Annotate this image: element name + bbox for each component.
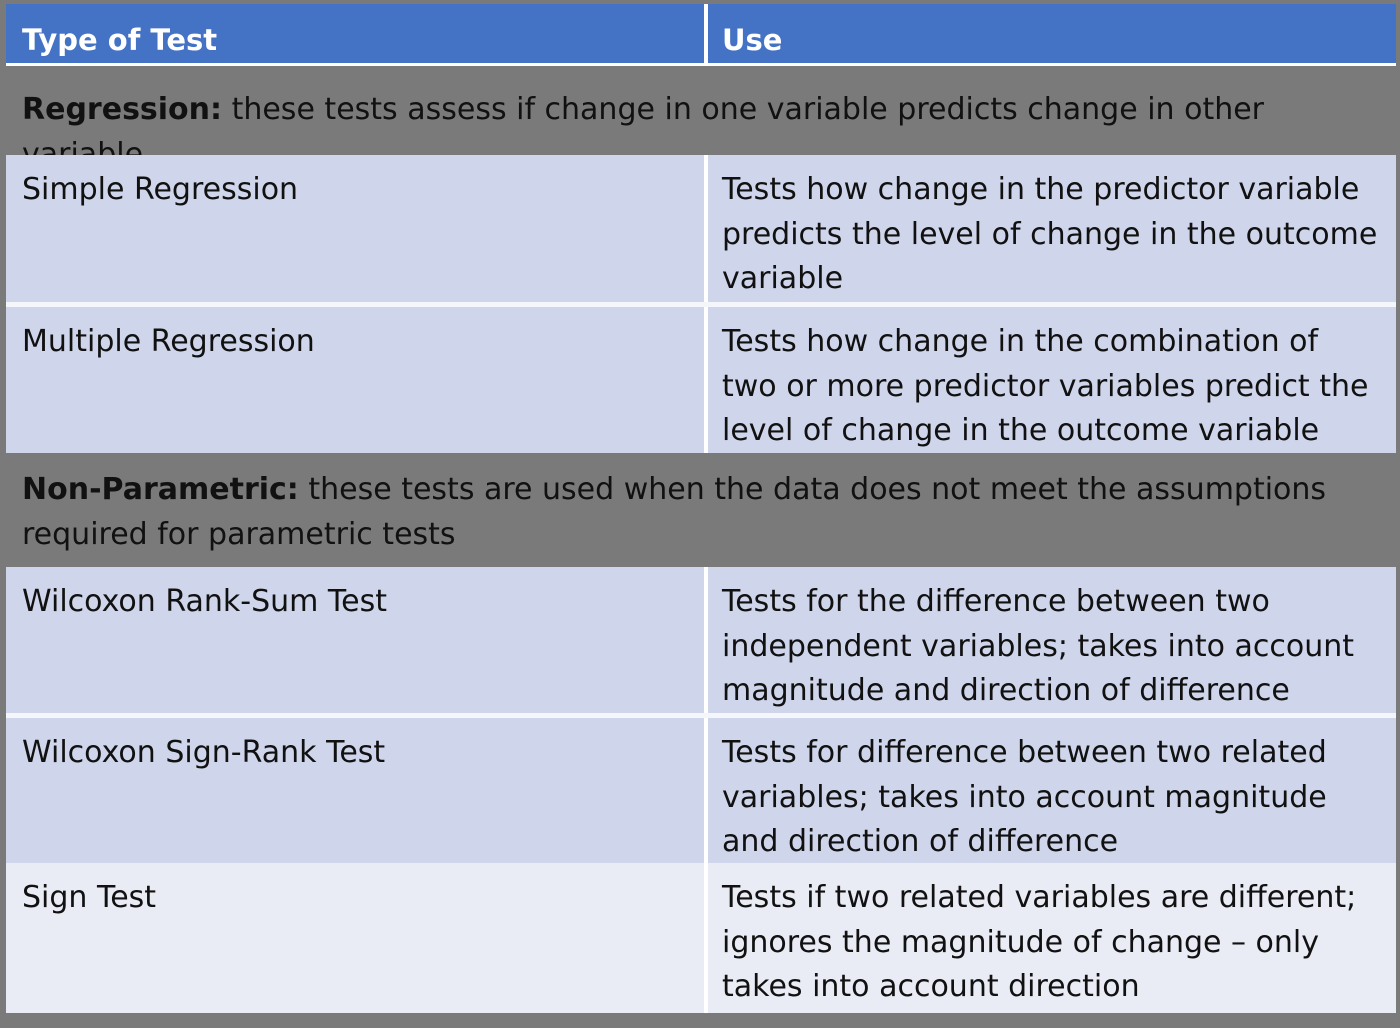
header-type-of-test: Type of Test [22, 23, 218, 57]
table-row: Wilcoxon Sign-Rank Test Tests for differ… [6, 718, 1396, 863]
table-row: Multiple Regression Tests how change in … [6, 307, 1396, 453]
section-title: Regression: [22, 92, 223, 127]
section-non-parametric: Non-Parametric: these tests are used whe… [6, 468, 1396, 564]
test-name: Simple Regression [22, 172, 299, 207]
table-row: Simple Regression Tests how change in th… [6, 155, 1396, 302]
test-name: Wilcoxon Rank-Sum Test [22, 584, 388, 619]
test-name: Wilcoxon Sign-Rank Test [22, 735, 386, 770]
test-use: Tests how change in the combination of t… [722, 324, 1369, 448]
section-regression: Regression: these tests assess if change… [6, 88, 1396, 172]
test-use: Tests for the difference between two ind… [722, 584, 1355, 708]
test-use: Tests for difference between two related… [722, 735, 1327, 859]
section-title: Non-Parametric: [22, 472, 299, 507]
test-use: Tests if two related variables are diffe… [722, 880, 1357, 1004]
table-row: Sign Test Tests if two related variables… [6, 863, 1396, 1013]
header-use: Use [722, 23, 783, 57]
test-use: Tests how change in the predictor variab… [722, 172, 1378, 296]
table-row: Wilcoxon Rank-Sum Test Tests for the dif… [6, 567, 1396, 713]
test-table: Type of Test Use Regression: these tests… [0, 0, 1400, 1028]
table-header-row: Type of Test Use [6, 4, 1396, 66]
test-name: Multiple Regression [22, 324, 315, 359]
test-name: Sign Test [22, 880, 157, 915]
